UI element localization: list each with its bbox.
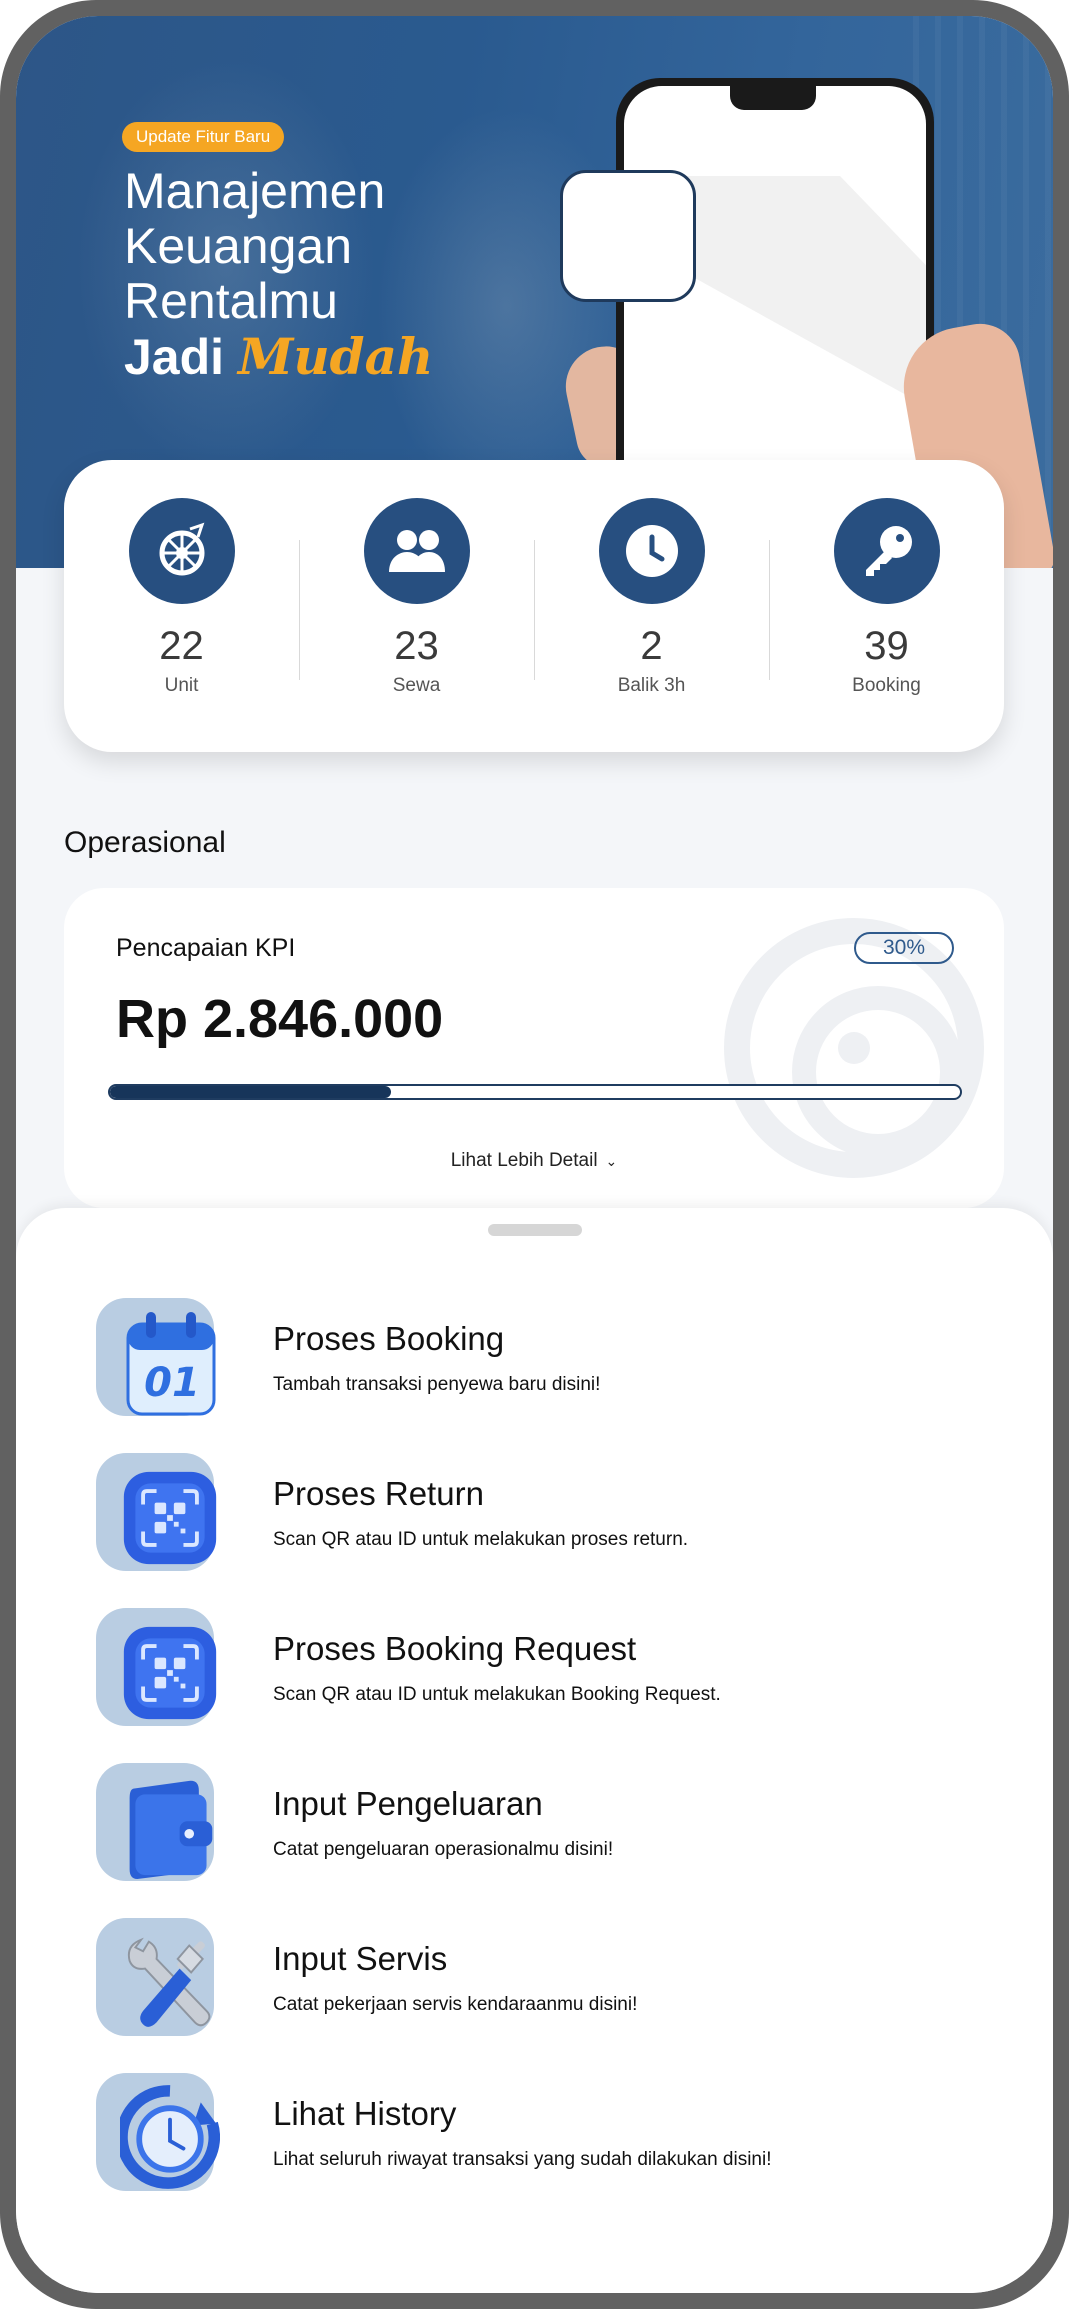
stat-label: Sewa bbox=[392, 675, 441, 696]
action-proses-booking[interactable]: 01 Proses Booking Tambah transaksi penye… bbox=[96, 1298, 976, 1428]
action-input-pengeluaran[interactable]: Input Pengeluaran Catat pengeluaran oper… bbox=[96, 1763, 976, 1893]
chevron-down-icon: ⌄ bbox=[605, 1153, 618, 1169]
action-proses-return[interactable]: Proses Return Scan QR atau ID untuk mela… bbox=[96, 1453, 976, 1583]
kpi-progress-fill bbox=[110, 1086, 391, 1098]
action-description: Scan QR atau ID untuk melakukan proses r… bbox=[273, 1529, 689, 1550]
section-title: Operasional bbox=[64, 826, 226, 859]
stat-value: 39 bbox=[864, 624, 909, 668]
action-description: Tambah transaksi penyewa baru disini! bbox=[273, 1374, 601, 1395]
app-logo-icon bbox=[560, 170, 696, 302]
stat-label: Unit bbox=[164, 675, 199, 696]
wheel-icon bbox=[128, 498, 235, 604]
action-lihat-history[interactable]: Lihat History Lihat seluruh riwayat tran… bbox=[96, 2073, 976, 2203]
device-frame: Update Fitur Baru Manajemen Keuangan Ren… bbox=[0, 0, 1069, 2309]
calendar-icon: 01 bbox=[120, 1308, 220, 1418]
see-more-detail-link[interactable]: Lihat Lebih Detail ⌄ bbox=[64, 1150, 1004, 1172]
key-icon bbox=[833, 498, 940, 604]
stat-balik[interactable]: 2 Balik 3h bbox=[534, 460, 769, 752]
action-title: Proses Booking bbox=[273, 1320, 505, 1357]
stats-card: 22 Unit 23 Sewa 2 Balik 3h 39 Booking bbox=[64, 460, 1004, 752]
stat-label: Balik 3h bbox=[617, 675, 686, 696]
action-input-servis[interactable]: Input Servis Catat pekerjaan servis kend… bbox=[96, 1918, 976, 2048]
action-description: Scan QR atau ID untuk melakukan Booking … bbox=[273, 1684, 721, 1705]
stat-booking[interactable]: 39 Booking bbox=[769, 460, 1004, 752]
action-description: Catat pekerjaan servis kendaraanmu disin… bbox=[273, 1994, 638, 2015]
action-description: Lihat seluruh riwayat transaksi yang sud… bbox=[273, 2149, 772, 2170]
action-title: Lihat History bbox=[273, 2095, 457, 2132]
phone-notch bbox=[730, 86, 816, 110]
kpi-percent-badge: 30% bbox=[854, 932, 954, 964]
kpi-card[interactable]: Pencapaian KPI 30% Rp 2.846.000 Lihat Le… bbox=[64, 888, 1004, 1208]
action-title: Proses Return bbox=[273, 1475, 484, 1512]
kpi-amount: Rp 2.846.000 bbox=[116, 989, 444, 1049]
clock-icon bbox=[598, 498, 705, 604]
hero-title: Manajemen Keuangan Rentalmu Jadi Mudah bbox=[124, 164, 454, 385]
users-icon bbox=[363, 498, 470, 604]
qr-scan-icon bbox=[120, 1463, 220, 1573]
new-feature-badge: Update Fitur Baru bbox=[122, 122, 285, 152]
app-screen: Update Fitur Baru Manajemen Keuangan Ren… bbox=[16, 16, 1053, 2293]
logo-shape bbox=[684, 176, 926, 416]
hero-title-word: Jadi bbox=[124, 329, 225, 385]
action-proses-booking-request[interactable]: Proses Booking Request Scan QR atau ID u… bbox=[96, 1608, 976, 1738]
stat-value: 22 bbox=[159, 624, 204, 668]
see-more-detail-label: Lihat Lebih Detail bbox=[450, 1150, 598, 1171]
sheet-drag-handle[interactable] bbox=[488, 1224, 582, 1236]
hero-title-line: Rentalmu bbox=[124, 273, 338, 329]
action-description: Catat pengeluaran operasionalmu disini! bbox=[273, 1839, 614, 1860]
wallet-icon bbox=[120, 1773, 220, 1883]
action-title: Input Servis bbox=[273, 1940, 448, 1977]
kpi-progress-bar bbox=[108, 1084, 962, 1100]
history-clock-icon bbox=[120, 2083, 220, 2193]
stat-value: 23 bbox=[394, 624, 439, 668]
action-sheet: 01 Proses Booking Tambah transaksi penye… bbox=[16, 1208, 1053, 2293]
calendar-number: 01 bbox=[144, 1360, 200, 1406]
action-title: Proses Booking Request bbox=[273, 1630, 637, 1667]
stat-value: 2 bbox=[640, 624, 663, 668]
hero-title-line: Jadi Mudah bbox=[124, 329, 454, 385]
stat-sewa[interactable]: 23 Sewa bbox=[299, 460, 534, 752]
action-title: Input Pengeluaran bbox=[273, 1785, 543, 1822]
tools-icon bbox=[120, 1928, 220, 2038]
kpi-label: Pencapaian KPI bbox=[116, 934, 296, 962]
hero-title-accent: Mudah bbox=[237, 327, 434, 386]
stat-unit[interactable]: 22 Unit bbox=[64, 460, 299, 752]
hero-title-line: Manajemen bbox=[124, 163, 386, 219]
hero-title-line: Keuangan bbox=[124, 218, 353, 274]
stat-label: Booking bbox=[852, 675, 921, 696]
qr-scan-icon bbox=[120, 1618, 220, 1728]
